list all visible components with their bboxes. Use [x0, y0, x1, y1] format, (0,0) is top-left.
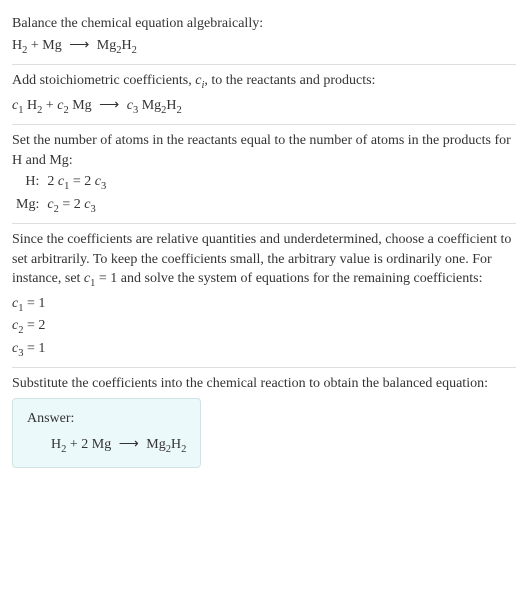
instr-b: = 1 and solve the system of equations fo… — [95, 271, 482, 286]
coefficient-equation: c1 H2 + c2 Mg ⟶ c3 Mg2H2 — [12, 96, 516, 118]
step-add-coefficients: Add stoichiometric coefficients, ci, to … — [12, 65, 516, 125]
atom-balance-instruction: Set the number of atoms in the reactants… — [12, 131, 516, 170]
val: = 1 — [23, 341, 45, 356]
instr-part-a: Add stoichiometric coefficients, — [12, 73, 195, 88]
val: = 1 — [23, 296, 45, 311]
row-h-label: H: — [12, 172, 43, 194]
h2: H — [23, 98, 37, 113]
mid: + 2 Mg — [66, 437, 114, 452]
equals: = 2 — [69, 174, 94, 189]
sub2: 2 — [177, 104, 182, 115]
balanced-equation: H2 + 2 Mg ⟶ Mg2H2 — [27, 435, 186, 457]
prod-h: H — [171, 437, 181, 452]
prod-mg: Mg — [143, 437, 166, 452]
val: = 2 — [23, 318, 45, 333]
c3-sub: 3 — [101, 181, 106, 192]
row-h-eq: 2 c1 = 2 c3 — [43, 172, 110, 194]
step-balance-intro: Balance the chemical equation algebraica… — [12, 8, 516, 65]
product-mg: Mg — [93, 38, 116, 53]
product-h: H — [122, 38, 132, 53]
c3-sub: 3 — [90, 204, 95, 215]
substitute-instruction: Substitute the coefficients into the che… — [12, 374, 516, 394]
plus: + — [42, 98, 57, 113]
reactant-h2: H — [12, 38, 22, 53]
two: 2 — [47, 174, 58, 189]
solution-c2: c2 = 2 — [12, 316, 516, 338]
row-h: H: 2 c1 = 2 c3 — [12, 172, 110, 194]
prod-mg: Mg — [138, 98, 161, 113]
row-mg-label: Mg: — [12, 195, 43, 217]
subscript-2: 2 — [132, 44, 137, 55]
sub2: 2 — [181, 443, 186, 454]
equals: = 2 — [59, 197, 84, 212]
reaction-arrow: ⟶ — [115, 437, 143, 452]
coefficients-instruction: Add stoichiometric coefficients, ci, to … — [12, 71, 516, 93]
reaction-arrow: ⟶ — [95, 98, 123, 113]
solution-c1: c1 = 1 — [12, 294, 516, 316]
solution-c3: c3 = 1 — [12, 339, 516, 361]
row-mg: Mg: c2 = 2 c3 — [12, 195, 110, 217]
row-mg-eq: c2 = 2 c3 — [43, 195, 110, 217]
solve-instruction: Since the coefficients are relative quan… — [12, 230, 516, 292]
step-solve: Since the coefficients are relative quan… — [12, 224, 516, 368]
mg: Mg — [69, 98, 95, 113]
prod-h: H — [166, 98, 176, 113]
balance-system: H: 2 c1 = 2 c3 Mg: c2 = 2 c3 — [12, 172, 110, 217]
h2: H — [51, 437, 61, 452]
step-substitute: Substitute the coefficients into the che… — [12, 368, 516, 474]
step-atom-balance: Set the number of atoms in the reactants… — [12, 125, 516, 224]
answer-label: Answer: — [27, 409, 186, 429]
plus-mg: + Mg — [27, 38, 65, 53]
answer-box: Answer: H2 + 2 Mg ⟶ Mg2H2 — [12, 398, 201, 468]
reaction-arrow: ⟶ — [65, 38, 93, 53]
unbalanced-equation: H2 + Mg ⟶ Mg2H2 — [12, 36, 516, 58]
instr-part-b: , to the reactants and products: — [204, 73, 375, 88]
balance-instruction: Balance the chemical equation algebraica… — [12, 14, 516, 34]
